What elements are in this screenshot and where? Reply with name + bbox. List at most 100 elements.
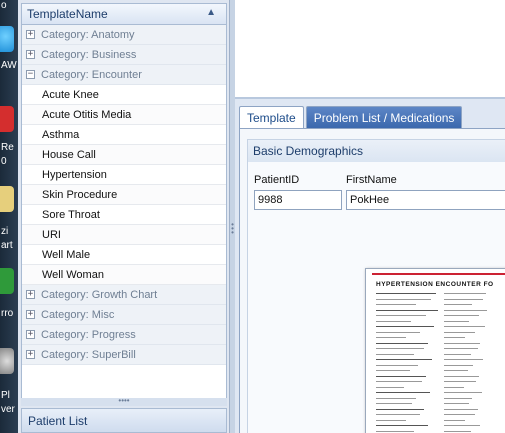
browser-icon[interactable] bbox=[0, 26, 14, 52]
desktop-strip: o AW Re 0 zi art rro Pl ver bbox=[0, 0, 18, 433]
desktop-label: 0 bbox=[1, 156, 7, 167]
green-app-icon[interactable] bbox=[0, 268, 14, 294]
doc-text-line bbox=[376, 293, 436, 294]
doc-text-line bbox=[444, 370, 468, 371]
tab-problem-list-medications[interactable]: Problem List / Medications bbox=[305, 106, 463, 128]
template-item[interactable]: Asthma bbox=[22, 125, 226, 145]
template-item[interactable]: House Call bbox=[22, 145, 226, 165]
empty-region bbox=[235, 0, 505, 97]
doc-text-line bbox=[444, 331, 475, 333]
category-row[interactable]: + Category: SuperBill bbox=[22, 345, 226, 365]
tab-strip: Template Problem List / Medications bbox=[239, 106, 464, 129]
doc-text-line bbox=[444, 304, 472, 305]
doc-text-line bbox=[444, 392, 482, 393]
expand-icon[interactable]: + bbox=[26, 290, 35, 299]
tab-content: Basic Demographics PatientID 9988 FirstN… bbox=[239, 128, 505, 433]
template-tree: + Category: Anatomy + Category: Business… bbox=[21, 25, 227, 398]
doc-text-line bbox=[376, 386, 404, 388]
doc-text-line bbox=[444, 430, 471, 432]
expand-icon[interactable]: + bbox=[26, 350, 35, 359]
doc-text-line bbox=[376, 403, 412, 404]
collapse-icon[interactable]: − bbox=[26, 70, 35, 79]
desktop-label: zi bbox=[1, 226, 9, 237]
doc-text-line bbox=[376, 370, 410, 371]
doc-text-line bbox=[444, 309, 488, 311]
doc-text-line bbox=[376, 320, 411, 322]
red-app-icon[interactable] bbox=[0, 106, 14, 132]
doc-text-line bbox=[444, 414, 475, 415]
doc-text-line bbox=[376, 304, 416, 305]
doc-text-line bbox=[444, 348, 478, 349]
doc-text-line bbox=[376, 392, 430, 393]
tab-template[interactable]: Template bbox=[239, 106, 304, 129]
doc-text-line bbox=[444, 298, 483, 300]
category-label: Category: Misc bbox=[41, 308, 115, 321]
template-editor: Template Problem List / Medications Basi… bbox=[235, 97, 505, 433]
desktop-label: AW bbox=[1, 60, 17, 71]
category-label: Category: Anatomy bbox=[41, 28, 135, 41]
doc-text-line bbox=[376, 419, 406, 421]
doc-text-line bbox=[376, 381, 422, 382]
category-row-expanded[interactable]: − Category: Encounter bbox=[22, 65, 226, 85]
doc-text-line bbox=[444, 359, 484, 360]
category-label: Category: Progress bbox=[41, 328, 136, 341]
doc-text-line bbox=[444, 326, 485, 327]
horizontal-splitter[interactable]: •••• bbox=[21, 397, 227, 406]
doc-header-bar bbox=[372, 273, 505, 275]
template-item[interactable]: Sore Throat bbox=[22, 205, 226, 225]
doc-text-line bbox=[376, 315, 426, 316]
doc-text-line bbox=[376, 331, 420, 333]
template-item[interactable]: Acute Otitis Media bbox=[22, 105, 226, 125]
doc-text-line bbox=[376, 342, 428, 344]
doc-text-line bbox=[444, 375, 479, 377]
doc-text-line bbox=[376, 430, 414, 432]
desktop-label: Pl bbox=[1, 390, 10, 401]
group-title: Basic Demographics bbox=[248, 140, 505, 162]
category-row[interactable]: + Category: Progress bbox=[22, 325, 226, 345]
doc-text-line bbox=[376, 364, 418, 366]
desktop-label: rro bbox=[1, 308, 14, 319]
doc-text-line bbox=[444, 337, 465, 338]
doc-text-line bbox=[444, 320, 469, 322]
archive-icon[interactable] bbox=[0, 186, 14, 212]
doc-text-line bbox=[376, 326, 434, 327]
doc-text-line bbox=[376, 375, 426, 377]
basic-demographics-group: Basic Demographics PatientID 9988 FirstN… bbox=[247, 139, 505, 433]
desktop-label: art bbox=[1, 240, 13, 251]
doc-text-line bbox=[444, 403, 470, 404]
expand-icon[interactable]: + bbox=[26, 30, 35, 39]
template-item[interactable]: Well Male bbox=[22, 245, 226, 265]
firstname-label: FirstName bbox=[346, 174, 397, 186]
expand-icon[interactable]: + bbox=[26, 310, 35, 319]
doc-text-line bbox=[376, 359, 432, 360]
desktop-label: ver bbox=[1, 404, 15, 415]
document-preview[interactable]: HYPERTENSION ENCOUNTER FO bbox=[365, 268, 505, 433]
category-label: Category: Growth Chart bbox=[41, 288, 158, 301]
patientid-label: PatientID bbox=[254, 174, 300, 186]
template-item[interactable]: Skin Procedure bbox=[22, 185, 226, 205]
doc-text-line bbox=[444, 397, 472, 399]
doc-text-line bbox=[376, 298, 431, 300]
power-icon[interactable] bbox=[0, 348, 14, 374]
sort-ascending-icon[interactable]: ▲ bbox=[206, 7, 216, 18]
category-row[interactable]: + Category: Misc bbox=[22, 305, 226, 325]
expand-icon[interactable]: + bbox=[26, 50, 35, 59]
category-label: Category: Encounter bbox=[41, 68, 142, 81]
doc-text-line bbox=[444, 315, 479, 316]
doc-text-line bbox=[444, 364, 474, 366]
category-label: Category: Business bbox=[41, 48, 137, 61]
patient-list-header[interactable]: Patient List bbox=[21, 408, 227, 433]
template-item[interactable]: URI bbox=[22, 225, 226, 245]
template-item[interactable]: Hypertension bbox=[22, 165, 226, 185]
template-item[interactable]: Acute Knee bbox=[22, 85, 226, 105]
category-row[interactable]: + Category: Anatomy bbox=[22, 25, 226, 45]
doc-text-line bbox=[444, 408, 478, 410]
firstname-input[interactable]: PokHee bbox=[346, 190, 505, 210]
category-row[interactable]: + Category: Business bbox=[22, 45, 226, 65]
doc-text-line bbox=[444, 419, 465, 421]
expand-icon[interactable]: + bbox=[26, 330, 35, 339]
category-row[interactable]: + Category: Growth Chart bbox=[22, 285, 226, 305]
templatename-column-header[interactable]: TemplateName ▲ bbox=[21, 3, 227, 25]
template-item[interactable]: Well Woman bbox=[22, 265, 226, 285]
patientid-input[interactable]: 9988 bbox=[254, 190, 342, 210]
